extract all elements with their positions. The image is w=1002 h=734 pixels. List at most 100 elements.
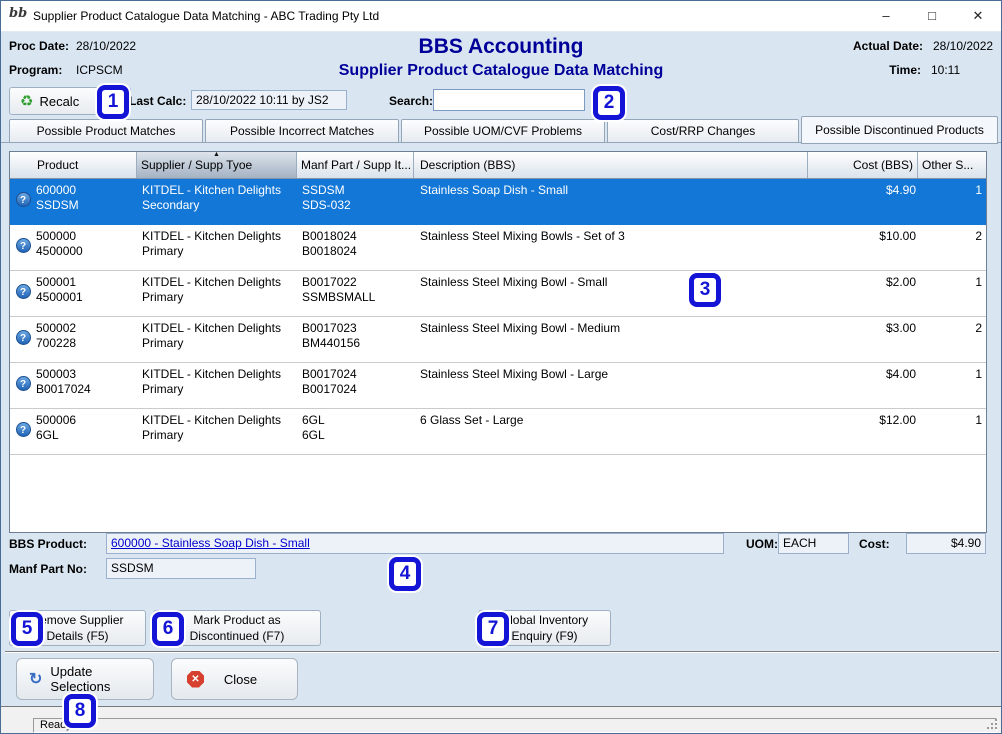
cell-manf-part: SSDSMSDS-032 [297,179,414,224]
table-row[interactable]: ? 5000014500001KITDEL - Kitchen DelightsP… [10,271,986,317]
title-bar: bb Supplier Product Catalogue Data Match… [1,1,1001,32]
tab-possible-product-matches[interactable]: Possible Product Matches [9,119,203,143]
cell-manf-part: 6GL6GL [297,409,414,454]
cell-other: 1 [918,409,986,454]
table-row[interactable]: ?600000SSDSMKITDEL - Kitchen DelightsSec… [10,179,986,225]
manf-part-no-field: SSDSM [106,558,256,579]
column-header-cost[interactable]: Cost (BBS) [808,152,918,178]
cell-product: 5000004500000 [36,225,137,270]
column-header-supplier[interactable]: ▲ Supplier / Supp Tyoe [137,152,297,178]
row-icon-cell: ? [10,317,36,362]
bbs-product-link[interactable]: 600000 - Stainless Soap Dish - Small [111,536,310,550]
annotation-badge-6: 6 [152,612,184,646]
cell-product: 5000066GL [36,409,137,454]
cell-description: Stainless Steel Mixing Bowl - Small [414,271,808,316]
cell-other: 1 [918,179,986,224]
cell-cost: $10.00 [808,225,918,270]
row-icon-cell: ? [10,271,36,316]
table-row[interactable]: ? 5000066GLKITDEL - Kitchen DelightsPrima… [10,409,986,455]
cell-manf-part: B0018024B0018024 [297,225,414,270]
cell-product: 600000SSDSM [36,179,137,224]
column-header-supplier-label: Supplier / Supp Tyoe [141,158,252,172]
cell-supplier: KITDEL - Kitchen DelightsSecondary [137,179,297,224]
bbs-product-label: BBS Product: [9,537,87,551]
question-icon: ? [16,284,31,299]
cell-description: Stainless Soap Dish - Small [414,179,808,224]
table-row[interactable]: ?500002700228KITDEL - Kitchen DelightsPr… [10,317,986,363]
column-header-product[interactable]: Product [10,152,137,178]
cell-cost: $4.00 [808,363,918,408]
app-window: bb Supplier Product Catalogue Data Match… [0,0,1002,734]
window-title: Supplier Product Catalogue Data Matching… [33,9,379,23]
annotation-badge-3: 3 [689,273,721,307]
annotation-badge-2: 2 [593,86,625,120]
close-window-button[interactable]: ✕ [955,1,1001,31]
grid-header: Product ▲ Supplier / Supp Tyoe Manf Part… [10,152,986,179]
cell-supplier: KITDEL - Kitchen DelightsPrimary [137,363,297,408]
row-icon-cell: ? [10,179,36,224]
resize-grip[interactable] [995,727,997,729]
cell-other: 1 [918,363,986,408]
table-row[interactable]: ? 500003B0017024KITDEL - Kitchen Delights… [10,363,986,409]
recalc-button-label: Recalc [39,94,79,109]
tab-cost-rrp-changes[interactable]: Cost/RRP Changes [607,119,799,143]
cell-supplier: KITDEL - Kitchen DelightsPrimary [137,271,297,316]
cell-cost: $4.90 [808,179,918,224]
uom-label: UOM: [746,537,778,551]
minimize-button[interactable]: – [863,1,909,31]
cost-field: $4.90 [906,533,986,554]
annotation-badge-7: 7 [477,612,509,646]
cell-supplier: KITDEL - Kitchen DelightsPrimary [137,409,297,454]
tab-possible-incorrect-matches[interactable]: Possible Incorrect Matches [205,119,399,143]
annotation-badge-8: 8 [64,694,96,728]
table-row[interactable]: ?5000004500000KITDEL - Kitchen DelightsP… [10,225,986,271]
cell-description: Stainless Steel Mixing Bowl - Medium [414,317,808,362]
refresh-icon: ↻ [29,669,42,689]
column-header-other[interactable]: Other S... [918,152,986,178]
question-icon: ? [16,422,31,437]
cell-other: 1 [918,271,986,316]
section-divider [5,651,999,653]
column-header-manf-part[interactable]: Manf Part / Supp It... [297,152,414,178]
cell-other: 2 [918,225,986,270]
maximize-button[interactable]: □ [909,1,955,31]
search-input[interactable] [433,89,585,111]
close-circle-icon: ✕ [187,671,204,688]
question-icon: ? [16,376,31,391]
page-subtitle: Supplier Product Catalogue Data Matching [1,62,1001,80]
cell-product: 500002700228 [36,317,137,362]
row-icon-cell: ? [10,363,36,408]
time-value: 10:11 [931,63,960,77]
app-icon: bb [9,6,27,24]
actual-date-label: Actual Date: [853,39,923,53]
column-header-description[interactable]: Description (BBS) [414,152,808,178]
cell-other: 2 [918,317,986,362]
cell-product: 500003B0017024 [36,363,137,408]
row-icon-cell: ? [10,225,36,270]
status-bar: Ready [1,706,1002,734]
cost-label: Cost: [859,537,890,551]
tab-possible-discontinued-products[interactable]: Possible Discontinued Products [801,116,998,144]
bbs-product-field: 600000 - Stainless Soap Dish - Small [106,533,724,554]
page-title: BBS Accounting [1,35,1001,59]
grid-body: ?600000SSDSMKITDEL - Kitchen DelightsSec… [10,179,986,455]
cell-description: Stainless Steel Mixing Bowl - Large [414,363,808,408]
question-icon: ? [16,238,31,253]
cell-manf-part: B0017023BM440156 [297,317,414,362]
close-button[interactable]: ✕ Close [171,658,298,700]
cell-cost: $12.00 [808,409,918,454]
uom-field: EACH [778,533,849,554]
update-selections-label: Update Selections [50,664,153,694]
annotation-badge-5: 5 [11,612,43,646]
row-icon-cell: ? [10,409,36,454]
close-button-label: Close [204,672,277,687]
recycle-icon: ♻ [20,94,33,109]
tab-possible-uom-cvf-problems[interactable]: Possible UOM/CVF Problems [401,119,605,143]
cell-description: Stainless Steel Mixing Bowls - Set of 3 [414,225,808,270]
cell-manf-part: B0017024B0017024 [297,363,414,408]
status-text: Ready [33,718,997,733]
cell-product: 5000014500001 [36,271,137,316]
sort-ascending-icon: ▲ [213,152,220,158]
results-grid: Product ▲ Supplier / Supp Tyoe Manf Part… [9,151,987,533]
last-calc-label: Last Calc: [129,94,186,108]
